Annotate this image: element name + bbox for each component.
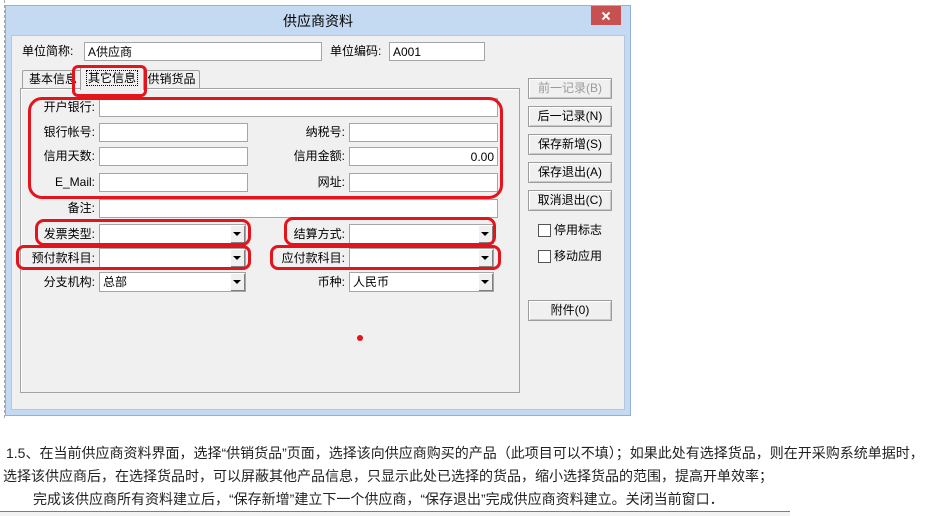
- dropdown-button[interactable]: [478, 273, 493, 291]
- remark-label: 备注:: [67, 201, 95, 215]
- tab-label: 其它信息: [85, 70, 139, 86]
- email-label: E_Mail:: [54, 175, 95, 189]
- bank-label: 开户银行:: [43, 100, 95, 114]
- tab-label: 基本信息: [28, 72, 77, 86]
- select-value: 人民币: [353, 275, 390, 289]
- credit-days-label: 信用天数:: [43, 149, 95, 163]
- credit-amount-label: 信用金额:: [293, 149, 345, 163]
- tax-no-input[interactable]: [349, 123, 498, 142]
- dropdown-button[interactable]: [230, 249, 245, 267]
- email-input[interactable]: [99, 173, 248, 192]
- invoice-type-label: 发票类型:: [43, 227, 95, 241]
- chevron-down-icon: [481, 232, 489, 236]
- branch-label: 分支机构:: [43, 275, 95, 289]
- website-input[interactable]: [349, 173, 498, 192]
- tab-basic-info[interactable]: 基本信息: [22, 70, 84, 88]
- chevron-down-icon: [481, 256, 489, 260]
- select-value: 总部: [103, 275, 128, 289]
- prev-record-button[interactable]: 前一记录(B): [528, 78, 612, 99]
- payable-account-select[interactable]: [349, 248, 494, 268]
- next-figure-edge: [0, 511, 790, 516]
- website-label: 网址:: [317, 175, 345, 189]
- dropdown-button[interactable]: [230, 273, 245, 291]
- tab-supply-goods[interactable]: 供销货品: [143, 70, 200, 88]
- prepaid-account-label: 预付款科目:: [31, 251, 95, 265]
- credit-amount-input[interactable]: [349, 147, 498, 166]
- prepaid-account-select[interactable]: [99, 248, 246, 268]
- dialog-title: 供应商资料: [283, 13, 353, 29]
- chevron-down-icon: [233, 280, 241, 284]
- account-label: 银行帐号:: [43, 125, 95, 139]
- payable-account-label: 应付款科目:: [281, 251, 345, 265]
- invoice-type-select[interactable]: [99, 224, 246, 244]
- paragraph-line: 选择该供应商后，在选择货品时，可以屏蔽其他产品信息，只显示此处已选择的货品，缩小…: [3, 468, 773, 484]
- dialog-body: 单位简称: 单位编码: 基本信息 其它信息 供销货品 开户银行: 银行帐号: 纳…: [12, 36, 624, 409]
- close-icon: [591, 6, 621, 25]
- dropdown-button[interactable]: [230, 225, 245, 243]
- branch-select[interactable]: 总部: [99, 272, 246, 292]
- credit-days-input[interactable]: [99, 147, 248, 166]
- short-name-input[interactable]: [84, 42, 322, 61]
- paragraph-line: 1.5、在当前供应商资料界面，选择“供销货品”页面，选择该向供应商购买的产品（此…: [6, 445, 924, 461]
- tab-other-info[interactable]: 其它信息: [80, 67, 144, 90]
- settlement-select[interactable]: [349, 224, 494, 244]
- account-input[interactable]: [99, 123, 248, 142]
- next-record-button[interactable]: 后一记录(N): [528, 106, 612, 127]
- close-button[interactable]: [591, 6, 621, 25]
- dropdown-button[interactable]: [478, 249, 493, 267]
- save-new-button[interactable]: 保存新增(S): [528, 134, 612, 155]
- currency-label: 币种:: [317, 275, 345, 289]
- settlement-label: 结算方式:: [293, 227, 345, 241]
- checkbox-icon[interactable]: [538, 250, 551, 263]
- annotation-dot: [357, 335, 363, 341]
- remark-input[interactable]: [99, 199, 498, 218]
- tab-label: 供销货品: [147, 72, 196, 86]
- short-name-label: 单位简称:: [22, 44, 74, 58]
- other-info-panel: 开户银行: 银行帐号: 纳税号: 信用天数: 信用金额: E_Mail: 网址:…: [20, 88, 520, 393]
- chevron-down-icon: [233, 232, 241, 236]
- checkbox-icon[interactable]: [538, 224, 551, 237]
- save-exit-button[interactable]: 保存退出(A): [528, 162, 612, 183]
- dropdown-button[interactable]: [478, 225, 493, 243]
- supplier-dialog: 供应商资料 单位简称: 单位编码: 基本信息 其它信息 供销货品 开户银行: 银…: [5, 5, 631, 416]
- code-input[interactable]: [389, 42, 485, 61]
- chevron-down-icon: [233, 256, 241, 260]
- tutorial-text: 1.5、在当前供应商资料界面，选择“供销货品”页面，选择该向供应商购买的产品（此…: [0, 420, 936, 510]
- chevron-down-icon: [481, 280, 489, 284]
- bank-input[interactable]: [99, 98, 498, 117]
- tax-no-label: 纳税号:: [305, 125, 345, 139]
- currency-select[interactable]: 人民币: [349, 272, 494, 292]
- code-label: 单位编码:: [330, 44, 382, 58]
- disabled-flag-label[interactable]: 停用标志: [554, 222, 602, 238]
- cancel-exit-button[interactable]: 取消退出(C): [528, 190, 612, 211]
- mobile-app-label[interactable]: 移动应用: [554, 248, 602, 264]
- attachment-button[interactable]: 附件(0): [528, 300, 612, 321]
- paragraph-line: 完成该供应商所有资料建立后，“保存新增”建立下一个供应商，“保存退出”完成供应商…: [33, 491, 724, 507]
